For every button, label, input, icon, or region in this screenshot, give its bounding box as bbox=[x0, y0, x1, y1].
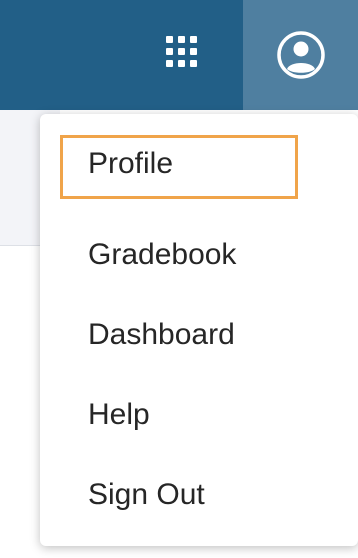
user-circle-icon bbox=[276, 31, 325, 79]
account-dropdown-menu: Profile Gradebook Dashboard Help Sign Ou… bbox=[40, 114, 358, 546]
menu-item-profile[interactable]: Profile bbox=[40, 135, 358, 215]
menu-item-dashboard[interactable]: Dashboard bbox=[40, 295, 358, 375]
page: Profile Gradebook Dashboard Help Sign Ou… bbox=[0, 0, 358, 558]
menu-item-label: Dashboard bbox=[88, 318, 235, 351]
menu-item-gradebook[interactable]: Gradebook bbox=[40, 215, 358, 295]
menu-item-label: Help bbox=[88, 398, 150, 431]
menu-item-help[interactable]: Help bbox=[40, 375, 358, 455]
apps-launcher-button[interactable] bbox=[150, 20, 212, 82]
menu-item-sign-out[interactable]: Sign Out bbox=[40, 455, 358, 535]
top-header-bar bbox=[0, 0, 358, 110]
account-menu-button[interactable] bbox=[243, 0, 358, 110]
menu-item-label: Gradebook bbox=[88, 238, 237, 271]
focus-ring bbox=[60, 135, 298, 199]
menu-item-label: Sign Out bbox=[88, 478, 205, 511]
apps-grid-icon bbox=[165, 35, 197, 67]
